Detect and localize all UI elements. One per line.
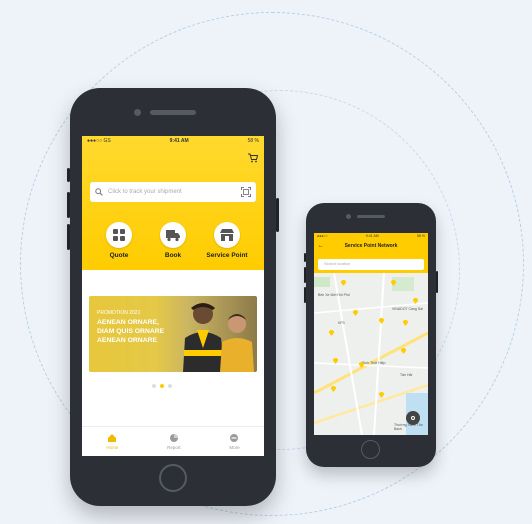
tab-more-label: More [229,445,240,450]
track-search-bar[interactable]: Click to track your shipment [90,182,256,202]
service-point-label: Service Point [206,252,248,259]
status-bar: ●●●○○ GS 9:41 AM 58 % [82,136,264,145]
status-time: 9:41 AM [365,234,379,238]
tab-report[interactable]: Report [167,433,181,450]
volume-up-button [304,267,306,283]
service-quote[interactable]: Quote [94,222,144,259]
map-header: ●●●○○ 9:41 AM 58 % ← Service Point Netwo… [314,233,428,273]
tab-home[interactable]: Home [106,433,118,450]
location-search-input[interactable]: Search location [318,259,424,270]
home-button [361,440,380,459]
location-target-icon [411,416,415,420]
mute-switch [304,253,306,262]
map-screen: ●●●○○ 9:41 AM 58 % ← Service Point Netwo… [314,233,428,435]
service-shortcuts: Quote Book Service Point [82,222,264,259]
earpiece-speaker [150,110,196,115]
volume-up-button [67,192,70,218]
status-bar: ●●●○○ 9:41 AM 58 % [314,233,428,239]
service-point-pin-icon[interactable] [352,309,359,316]
service-point-pin-icon[interactable] [402,319,409,326]
status-battery: 58 % [417,234,425,238]
front-camera [134,109,141,116]
service-point-pin-icon[interactable] [378,391,385,398]
service-point-pin-icon[interactable] [330,385,337,392]
status-time: 9:41 AM [169,138,189,144]
carousel-dot-active[interactable] [160,384,164,388]
service-point-pin-icon[interactable] [328,329,335,336]
promo-line-3: AENEAN ORNARE [97,337,158,344]
front-camera [346,214,351,219]
power-button [436,271,438,293]
service-book[interactable]: Book [148,222,198,259]
customer-image [220,314,254,372]
home-icon [108,434,117,442]
carousel-dot[interactable] [168,384,172,388]
service-point-pin-icon[interactable] [340,279,347,286]
service-point[interactable]: Service Point [202,222,252,259]
map-label: VINADOT Cảng Sài [392,307,423,311]
power-button [276,198,279,232]
search-placeholder: Click to track your shipment [108,189,182,195]
service-book-label: Book [164,252,182,259]
barcode-scan-icon[interactable] [241,187,251,197]
carousel-dot[interactable] [152,384,156,388]
earpiece-speaker [357,215,385,218]
promo-text: PROMOTION 2021 AENEAN ORNARE, DIAM QUIS … [97,310,164,345]
truck-icon [166,230,180,242]
status-battery: 58 % [247,138,259,144]
search-icon [95,188,103,196]
hero-header: ●●●○○ GS 9:41 AM 58 % Click to track you… [82,136,264,270]
home-button [159,464,187,492]
promo-banner[interactable]: PROMOTION 2021 AENEAN ORNARE, DIAM QUIS … [89,296,257,372]
service-point-map[interactable]: Bến Xe Mới Hội Phố KP3 VINADOT Cảng Sài … [314,273,428,435]
mute-switch [67,168,70,182]
tab-report-label: Report [167,445,181,450]
status-carrier: ●●●○○ [317,234,328,238]
bottom-tab-bar: Home Report More [82,426,264,456]
promo-tag: PROMOTION 2021 [97,310,141,316]
shop-icon [220,229,234,241]
service-point-pin-icon[interactable] [378,317,385,324]
main-phone: ●●●○○ GS 9:41 AM 58 % Click to track you… [67,88,279,506]
cart-icon[interactable] [248,153,258,163]
service-point-pin-icon[interactable] [390,279,397,286]
promo-line-2: DIAM QUIS ORNARE [97,328,165,335]
service-point-pin-icon[interactable] [400,347,407,354]
promo-line-1: AENEAN ORNARE, [97,319,159,326]
map-label: Bến Xe Mới Hội Phố [318,293,350,297]
main-screen: ●●●○○ GS 9:41 AM 58 % Click to track you… [82,136,264,456]
volume-down-button [67,224,70,250]
page-title: Service Point Network [344,243,398,249]
more-icon [230,434,239,442]
tab-more[interactable]: More [229,433,240,450]
tab-home-label: Home [106,445,119,450]
map-label: KP3 [338,321,345,325]
my-location-button[interactable] [406,411,420,425]
map-label: Bình Thới Hiệp [362,361,386,365]
secondary-phone: ●●●○○ 9:41 AM 58 % ← Service Point Netwo… [304,203,438,467]
map-label: Tân Hải [400,373,413,377]
carousel-indicator [152,384,172,388]
status-carrier: ●●●○○ GS [87,138,111,144]
grid-icon [113,229,125,241]
service-point-pin-icon[interactable] [412,297,419,304]
service-quote-label: Quote [109,252,129,259]
service-point-pin-icon[interactable] [358,361,365,368]
volume-down-button [304,287,306,303]
service-point-pin-icon[interactable] [332,357,339,364]
pie-chart-icon [169,434,178,442]
